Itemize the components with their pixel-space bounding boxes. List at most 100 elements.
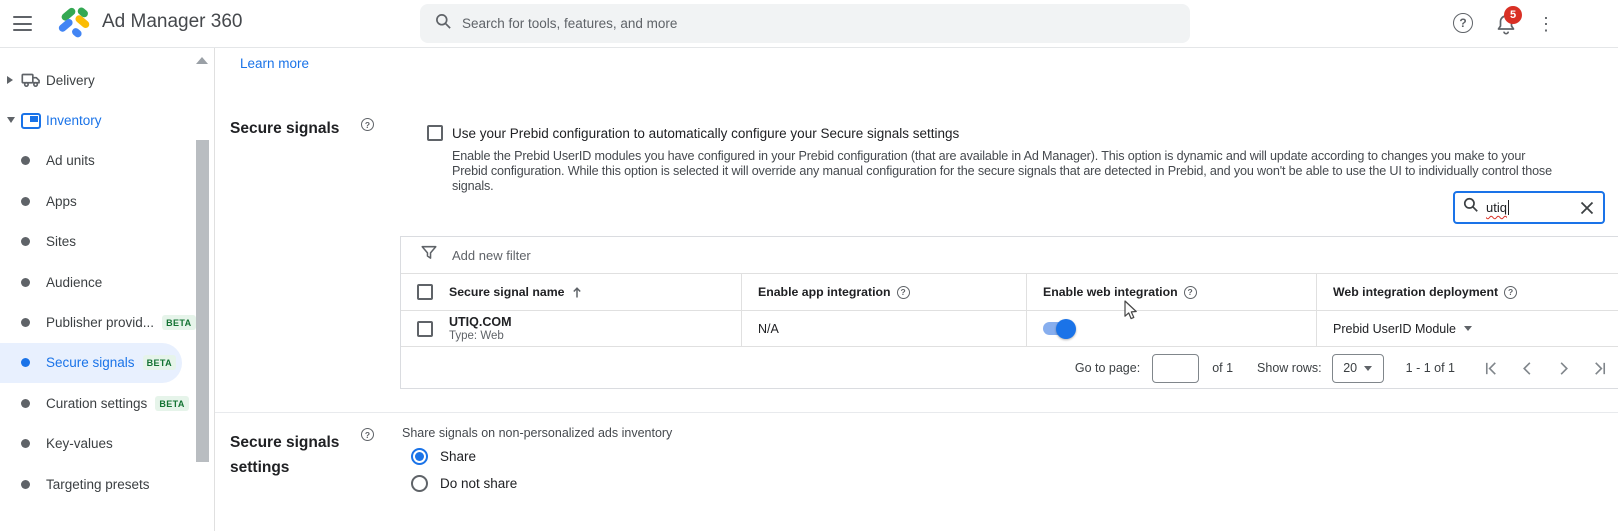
sidebar-item-inventory[interactable]: Inventory <box>0 100 215 140</box>
bullet-icon <box>21 358 30 367</box>
help-icon[interactable] <box>1504 286 1517 299</box>
row-range-label: 1 - 1 of 1 <box>1406 361 1455 375</box>
signal-search-input[interactable]: utiq <box>1486 200 1507 215</box>
page-number-input[interactable] <box>1152 354 1199 383</box>
sort-ascending-icon <box>571 286 583 299</box>
beta-badge: BETA <box>155 396 188 411</box>
sidebar-item-label: Sites <box>46 234 76 249</box>
bullet-icon <box>21 156 30 165</box>
bullet-icon <box>21 439 30 448</box>
signal-search-box[interactable]: utiq <box>1453 191 1605 224</box>
sidebar-item-label: Ad units <box>46 153 95 168</box>
share-signals-group-label: Share signals on non-personalized ads in… <box>402 426 672 440</box>
sidebar-item-publisher-provided[interactable]: Publisher provid... BETA <box>0 302 215 342</box>
secure-signals-table: Add new filter Secure signal name Enable… <box>400 236 1618 389</box>
signal-type: Type: Web <box>449 330 512 342</box>
show-rows-select[interactable]: 20 <box>1332 354 1384 383</box>
close-icon[interactable] <box>1579 200 1595 216</box>
prebid-config-description: Enable the Prebid UserID modules you hav… <box>452 149 1562 194</box>
column-header-app-integration[interactable]: Enable app integration <box>758 285 910 299</box>
main-content: Learn more Secure signals Use your Prebi… <box>215 48 1618 531</box>
hamburger-icon[interactable] <box>13 16 33 32</box>
sidebar-item-curation-settings[interactable]: Curation settings BETA <box>0 383 215 423</box>
bullet-icon <box>21 318 30 327</box>
go-to-page-label: Go to page: <box>1075 361 1140 375</box>
sidebar-item-label: Targeting presets <box>46 477 150 492</box>
prev-page-icon[interactable] <box>1519 360 1536 377</box>
chevron-down-icon[interactable] <box>7 117 15 123</box>
sidebar-item-label: Delivery <box>46 73 95 88</box>
radio-unselected-icon[interactable] <box>411 475 428 492</box>
web-integration-toggle[interactable] <box>1043 322 1073 335</box>
page-count-label: of 1 <box>1212 361 1233 375</box>
app-title: Ad Manager 360 <box>102 11 243 33</box>
bullet-icon <box>21 480 30 489</box>
help-icon[interactable] <box>897 286 910 299</box>
prebid-config-checkbox-label: Use your Prebid configuration to automat… <box>452 126 959 141</box>
sidebar-item-apps[interactable]: Apps <box>0 181 215 221</box>
show-rows-label: Show rows: <box>1257 361 1322 375</box>
inventory-icon <box>20 110 42 132</box>
ad-manager-logo <box>56 5 93 47</box>
column-header-web-integration[interactable]: Enable web integration <box>1043 285 1197 299</box>
select-all-checkbox[interactable] <box>417 284 433 300</box>
bullet-icon <box>21 197 30 206</box>
help-icon[interactable] <box>361 118 374 131</box>
sidebar-item-label: Audience <box>46 275 102 290</box>
chevron-down-icon <box>1464 326 1472 331</box>
radio-option-share[interactable]: Share <box>411 448 476 465</box>
sidebar-item-label: Inventory <box>46 113 102 128</box>
sidebar-item-secure-signals[interactable]: Secure signals BETA <box>0 343 182 383</box>
filter-funnel-icon <box>420 244 438 267</box>
help-icon[interactable] <box>361 428 374 441</box>
sidebar-item-targeting-presets[interactable]: Targeting presets <box>0 464 215 504</box>
sidebar-item-audience[interactable]: Audience <box>0 262 215 302</box>
truck-icon <box>20 69 42 91</box>
row-checkbox[interactable] <box>417 321 433 337</box>
search-icon <box>435 13 452 35</box>
learn-more-link[interactable]: Learn more <box>240 56 309 71</box>
bullet-icon <box>21 399 30 408</box>
sidebar-nav: Delivery Inventory Ad units Apps Sites A… <box>0 48 215 531</box>
next-page-icon[interactable] <box>1555 360 1572 377</box>
table-header-row: Secure signal name Enable app integratio… <box>401 274 1618 311</box>
sidebar-item-label: Key-values <box>46 436 113 451</box>
section-divider <box>215 412 1618 413</box>
bullet-icon <box>21 237 30 246</box>
add-filter-placeholder[interactable]: Add new filter <box>452 248 531 263</box>
sidebar-item-label: Apps <box>46 194 77 209</box>
sidebar-item-ad-units[interactable]: Ad units <box>0 141 215 181</box>
sidebar-item-delivery[interactable]: Delivery <box>0 60 215 100</box>
notification-badge: 5 <box>1504 6 1522 24</box>
first-page-icon[interactable] <box>1483 360 1500 377</box>
table-filter-row[interactable]: Add new filter <box>401 237 1618 274</box>
help-icon[interactable] <box>1453 13 1473 33</box>
sidebar-item-key-values[interactable]: Key-values <box>0 424 215 464</box>
secure-signals-heading: Secure signals <box>230 116 339 141</box>
column-header-secure-signal-name[interactable]: Secure signal name <box>449 285 583 299</box>
prebid-config-checkbox[interactable] <box>427 125 443 141</box>
sidebar-item-sites[interactable]: Sites <box>0 222 215 262</box>
last-page-icon[interactable] <box>1591 360 1608 377</box>
radio-option-do-not-share[interactable]: Do not share <box>411 475 517 492</box>
chevron-right-icon[interactable] <box>7 76 13 84</box>
deployment-dropdown[interactable]: Prebid UserID Module <box>1333 322 1472 336</box>
sidebar-item-label: Secure signals <box>46 355 135 370</box>
text-caret <box>1508 200 1510 215</box>
sidebar-scrollbar[interactable] <box>196 140 209 462</box>
signal-name: UTIQ.COM <box>449 315 512 329</box>
beta-badge: BETA <box>143 355 176 370</box>
global-search-bar[interactable] <box>420 4 1190 43</box>
radio-selected-icon[interactable] <box>411 448 428 465</box>
beta-badge: BETA <box>162 315 195 330</box>
table-pagination: Go to page: of 1 Show rows: 20 1 - 1 of … <box>401 347 1618 389</box>
secure-signals-settings-heading: Secure signals settings <box>230 430 365 480</box>
help-icon[interactable] <box>1184 286 1197 299</box>
table-row: UTIQ.COM Type: Web N/A Prebid UserID Mod… <box>401 311 1618 347</box>
chevron-down-icon <box>1364 366 1372 371</box>
sidebar-item-label: Publisher provid... <box>46 315 154 330</box>
column-header-web-deployment[interactable]: Web integration deployment <box>1333 285 1517 299</box>
global-search-input[interactable] <box>462 16 1112 31</box>
kebab-menu-icon[interactable] <box>1537 11 1553 37</box>
sidebar-item-label: Curation settings <box>46 396 147 411</box>
